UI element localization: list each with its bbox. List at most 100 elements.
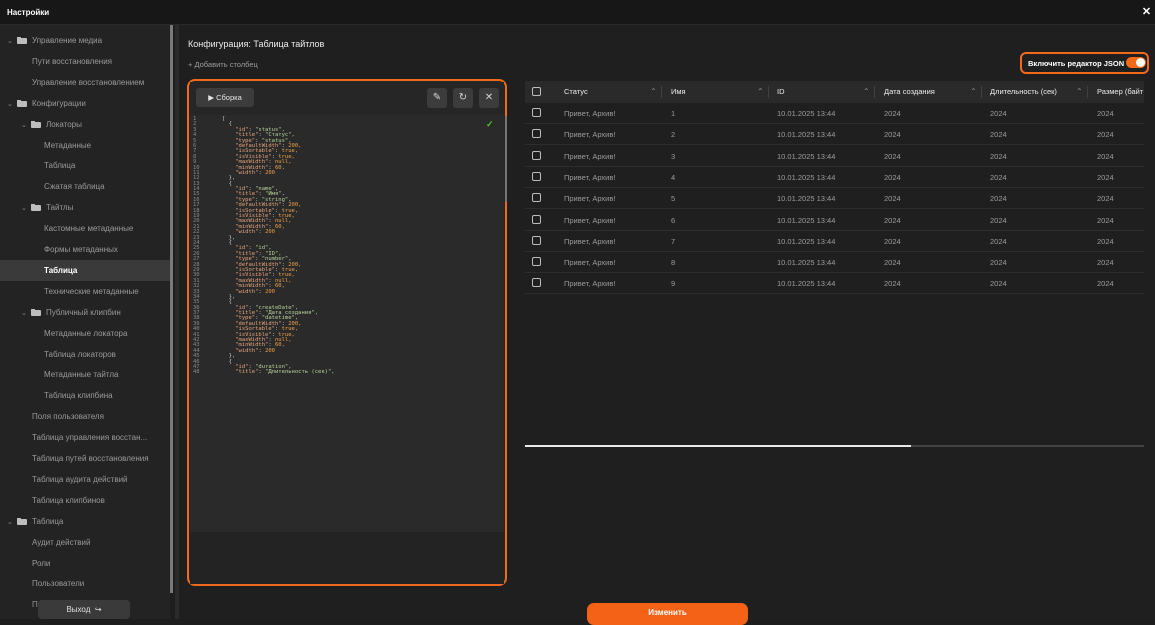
sort-icon[interactable]: ⌃ [1076, 81, 1083, 103]
sort-icon[interactable]: ⌃ [650, 81, 657, 103]
table-row[interactable]: Привет, Архив! 8 10.01.2025 13:44 2024 2024 2… [525, 252, 1144, 274]
reset-button[interactable]: ↻ [453, 88, 473, 108]
row-checkbox[interactable] [532, 235, 541, 245]
column-separator[interactable] [874, 86, 875, 98]
table-row[interactable]: Привет, Архив! 4 10.01.2025 13:44 2024 2024 2… [525, 167, 1144, 188]
table-cell: 9 [671, 279, 676, 289]
chevron-down-icon[interactable]: ⌄ [7, 31, 17, 52]
table-cell: 1 [671, 109, 676, 118]
table-row[interactable]: Привет, Архив! 3 10.01.2025 13:44 2024 2024 2… [525, 146, 1144, 167]
column-header[interactable]: Имя [671, 81, 686, 103]
sidebar-item[interactable]: Таблица [0, 259, 170, 281]
sidebar-item[interactable]: Управление восстановлением [0, 72, 170, 93]
scrollbar-thumb[interactable] [525, 445, 911, 447]
sort-icon[interactable]: ⌃ [863, 81, 870, 103]
table-cell: Привет, Архив! [564, 172, 616, 182]
sidebar-item[interactable]: Таблица путей восстановления [0, 448, 170, 469]
column-separator[interactable] [768, 86, 769, 98]
sidebar-item-label: Управление медиа [32, 36, 103, 45]
row-checkbox[interactable] [532, 214, 541, 224]
sidebar-item[interactable]: Метаданные тайтла [0, 364, 170, 385]
column-header[interactable]: Дата создания [884, 81, 935, 103]
build-button-label: Сборка [216, 93, 242, 102]
column-header[interactable]: Длительность (сек) [990, 81, 1057, 103]
sidebar-item[interactable]: ⌄ Таблица [0, 511, 170, 532]
table-row[interactable]: Привет, Архив! 2 10.01.2025 13:44 2024 2024 2… [525, 124, 1144, 146]
exit-button[interactable]: Выход ↪ [38, 600, 130, 619]
chevron-down-icon[interactable]: ⌄ [7, 512, 17, 533]
sidebar-item-label: Таблица путей восстановления [32, 454, 149, 463]
sidebar-item[interactable]: Метаданные [0, 135, 170, 156]
table-cell: 2024 [1097, 109, 1114, 118]
sidebar-item[interactable]: Сжатая таблица [0, 176, 170, 197]
table-cell: 10.01.2025 13:44 [777, 109, 836, 118]
sidebar-item[interactable]: Технические метаданные [0, 281, 170, 302]
sidebar-item[interactable]: Таблица локаторов [0, 344, 170, 365]
column-separator[interactable] [1087, 86, 1088, 98]
close-window-button[interactable]: ✕ [1138, 4, 1155, 21]
table-row[interactable]: Привет, Архив! 1 10.01.2025 13:44 2024 2024 2… [525, 103, 1144, 124]
select-all-checkbox[interactable] [532, 87, 541, 96]
column-separator[interactable] [661, 86, 662, 98]
column-header[interactable]: Статус [564, 81, 588, 103]
table-row[interactable]: Привет, Архив! 5 10.01.2025 13:44 2024 2024 2… [525, 188, 1144, 210]
row-checkbox[interactable] [532, 193, 541, 203]
row-checkbox[interactable] [532, 257, 541, 267]
table-cell: 2024 [990, 279, 1007, 289]
table-cell: 8 [671, 258, 676, 268]
row-checkbox[interactable] [532, 150, 541, 160]
table-cell: Привет, Архив! [564, 236, 616, 246]
table-cell: 2024 [1097, 215, 1114, 225]
build-button[interactable]: ▶ Сборка [196, 88, 254, 107]
table-row[interactable]: Привет, Архив! 6 10.01.2025 13:44 2024 2024 2… [525, 210, 1144, 231]
sort-icon[interactable]: ⌃ [970, 81, 977, 103]
sidebar-item[interactable]: ⌄ Конфигурации [0, 93, 170, 114]
add-column-link[interactable]: + Добавить столбец [188, 60, 258, 69]
sidebar-item[interactable]: Аудит действий [0, 532, 170, 553]
table-header: Статус ⌃ Имя ⌃ ID ⌃ Дата создания ⌃ Длительность… [525, 81, 1144, 103]
sidebar-item[interactable]: ⌄ Публичный клипбин [0, 302, 170, 323]
table-row[interactable]: Привет, Архив! 7 10.01.2025 13:44 2024 2024 2… [525, 231, 1144, 252]
sidebar-item[interactable]: Таблица клипбинов [0, 490, 170, 511]
sidebar-item[interactable]: Таблица [0, 155, 170, 176]
sidebar-item-label: Пользователи [32, 579, 85, 589]
editor-scrollbar[interactable] [505, 116, 507, 202]
sidebar-item[interactable]: Поля пользователя [0, 406, 170, 427]
reset-icon: ↻ [458, 92, 468, 103]
row-checkbox[interactable] [532, 171, 541, 181]
sidebar-item[interactable]: Метаданные локатора [0, 323, 170, 344]
row-checkbox[interactable] [532, 129, 541, 139]
sidebar-item[interactable]: ⌄ Управление медиа [0, 30, 170, 51]
sidebar-item[interactable]: Таблица клипбина [0, 385, 170, 406]
edit-button[interactable]: ✎ [427, 88, 447, 108]
sidebar-item[interactable]: Таблица аудита действий [0, 469, 170, 490]
change-button[interactable]: Изменить [587, 603, 748, 625]
column-header[interactable]: Размер (байт [1097, 81, 1143, 103]
sidebar-scrollbar[interactable] [170, 25, 173, 593]
sidebar-item[interactable]: Пользователи [0, 573, 170, 594]
json-editor-toggle[interactable] [1126, 57, 1146, 68]
table-row[interactable]: Привет, Архив! 9 10.01.2025 13:44 2024 2024 2… [525, 273, 1144, 295]
table-horizontal-scrollbar[interactable] [525, 445, 1144, 447]
column-header[interactable]: ID [777, 81, 785, 103]
chevron-down-icon[interactable]: ⌄ [7, 94, 17, 115]
sidebar-item[interactable]: Роли [0, 553, 170, 574]
sidebar-item[interactable]: ⌄ Локаторы [0, 114, 170, 135]
table-cell: 2024 [884, 279, 901, 289]
code-lines: 1[2 {3 "id": "status", 4 "title": "Статус… [190, 116, 504, 376]
clear-button[interactable]: ✕ [479, 88, 499, 108]
sort-icon[interactable]: ⌃ [757, 81, 764, 103]
chevron-down-icon[interactable]: ⌄ [21, 198, 31, 219]
sidebar-item[interactable]: Формы метаданных [0, 239, 170, 260]
sidebar-item[interactable]: Таблица управления восстан... [0, 427, 170, 448]
sidebar-item[interactable]: Кастомные метаданные [0, 218, 170, 239]
sidebar-item[interactable]: Пути восстановления [0, 51, 170, 72]
row-checkbox[interactable] [532, 278, 541, 288]
table-cell: 2024 [884, 109, 901, 118]
chevron-down-icon[interactable]: ⌄ [21, 303, 31, 324]
json-code-editor[interactable]: 1[2 {3 "id": "status", 4 "title": "Статус… [190, 115, 504, 532]
row-checkbox[interactable] [532, 108, 541, 117]
sidebar-item[interactable]: ⌄ Тайтлы [0, 197, 170, 218]
chevron-down-icon[interactable]: ⌄ [21, 115, 31, 136]
column-separator[interactable] [981, 86, 982, 98]
